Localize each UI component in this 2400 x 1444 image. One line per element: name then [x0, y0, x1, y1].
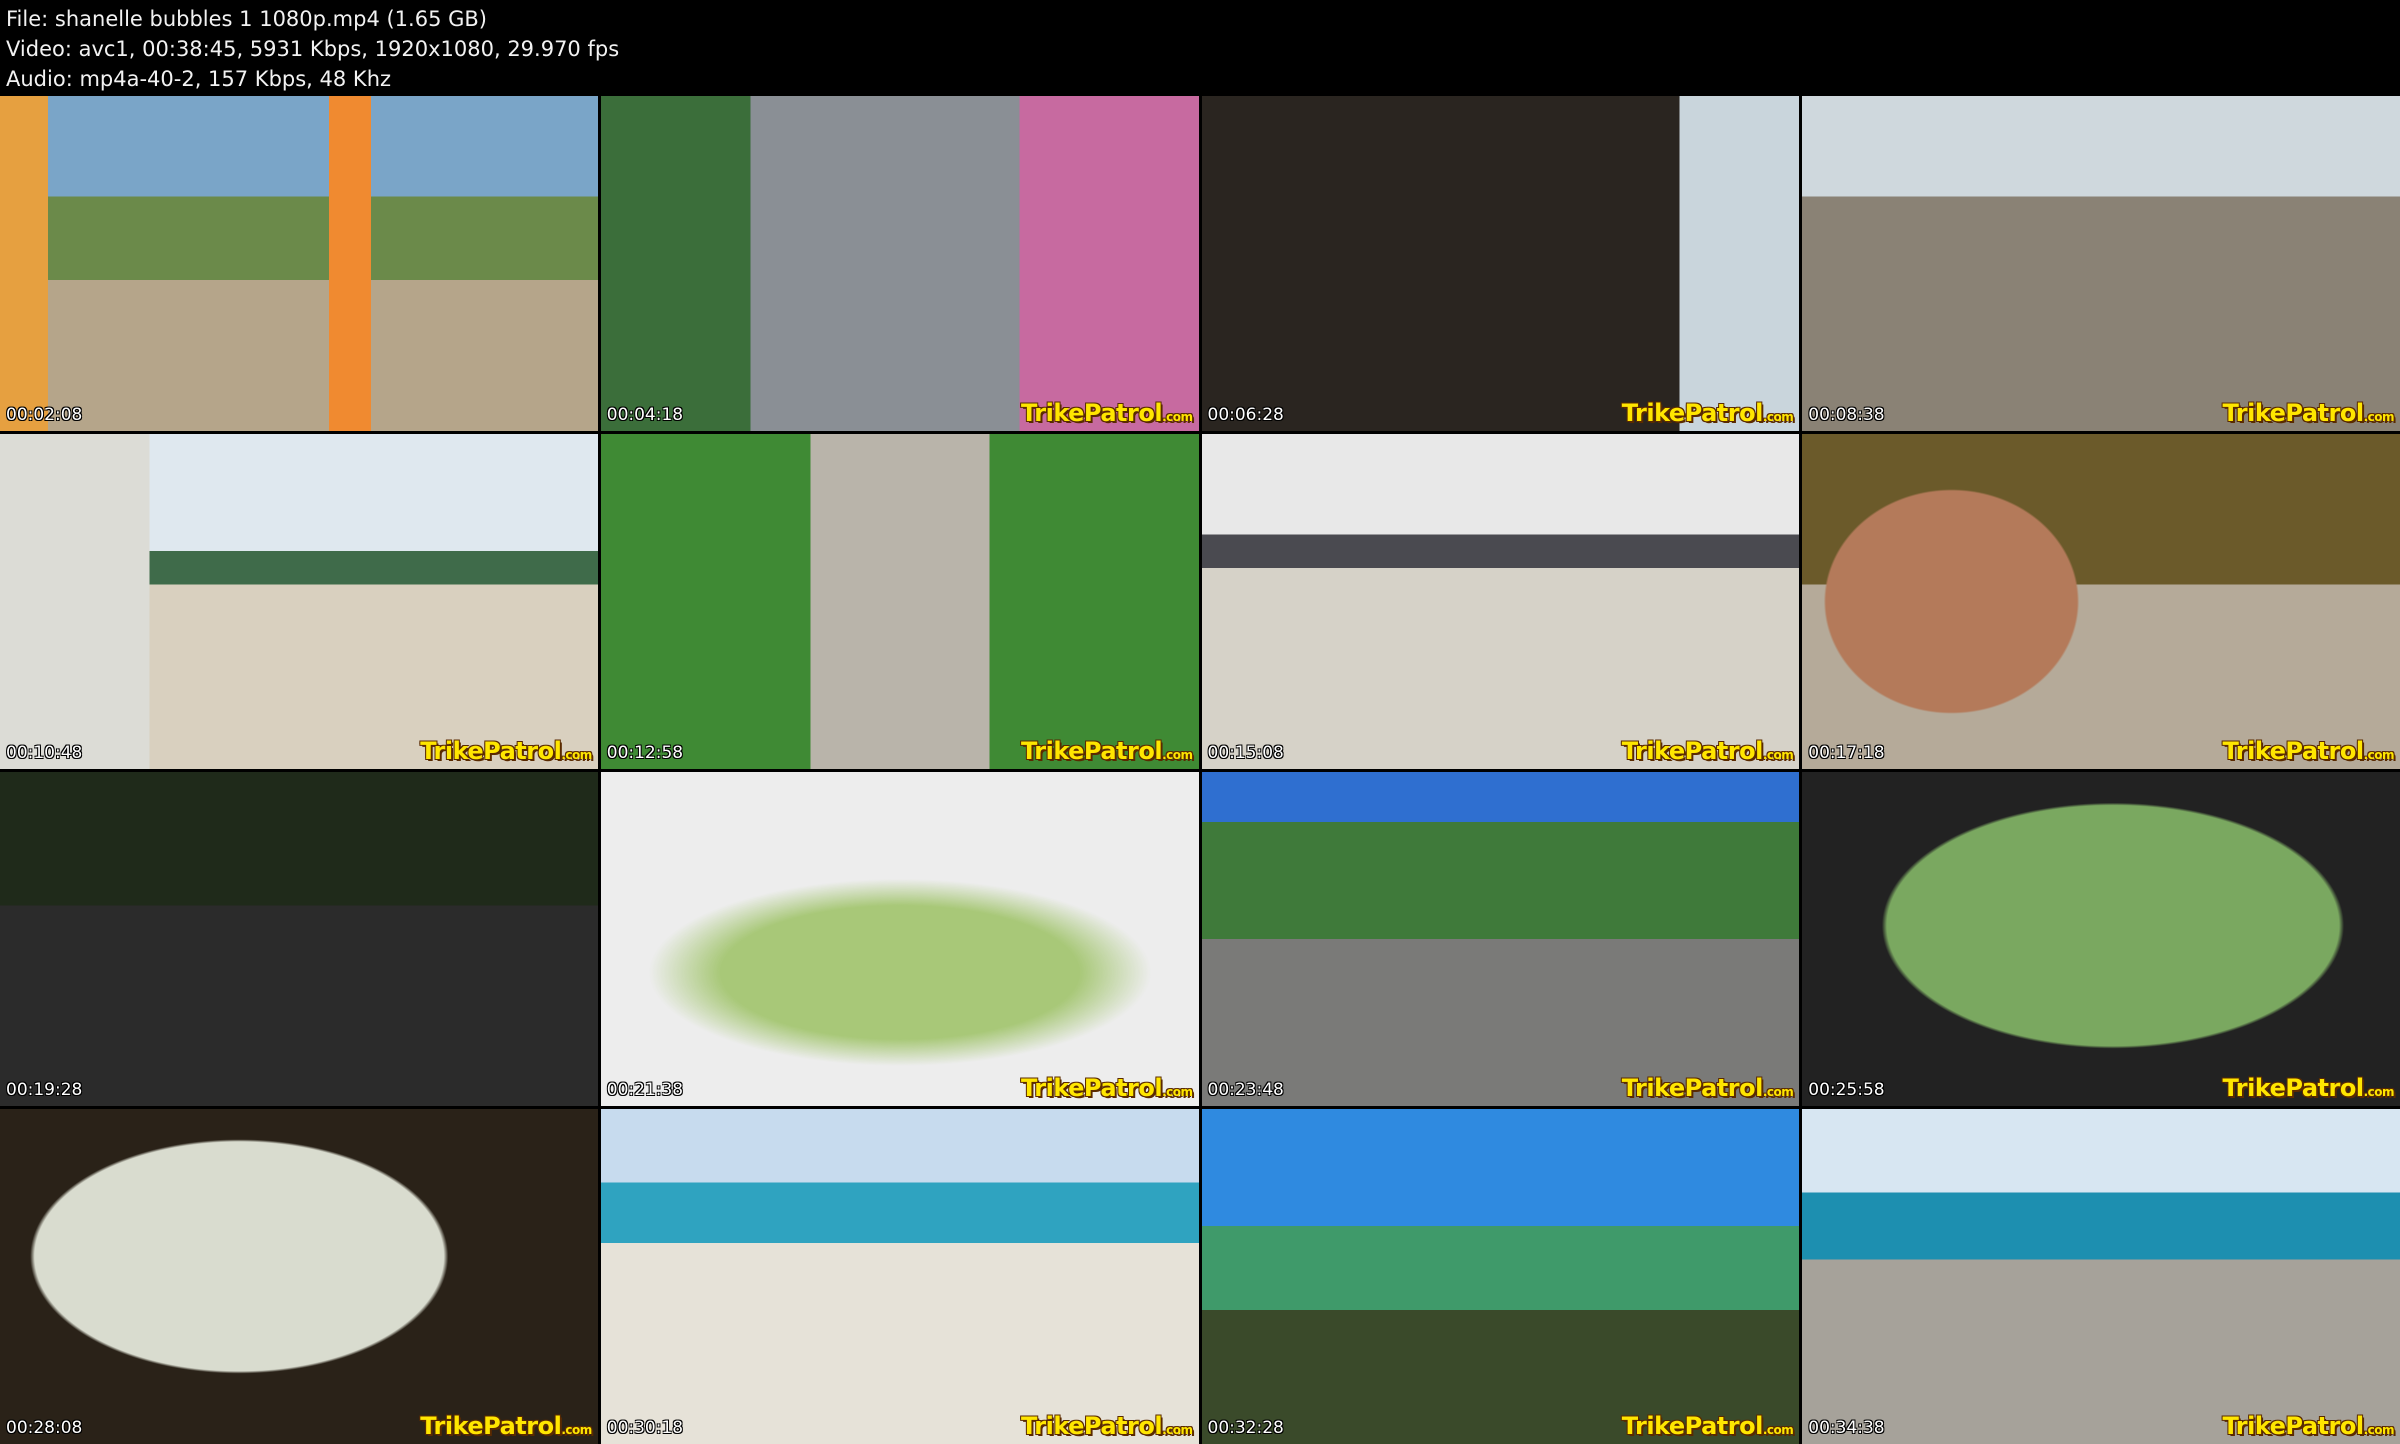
audio-line: Audio: mp4a-40-2, 157 Kbps, 48 Khz — [6, 67, 392, 91]
thumbnail-frame[interactable]: 00:15:08 TrikePatrol.com — [1201, 433, 1800, 769]
timestamp-label: 00:04:18 — [606, 404, 684, 425]
trikepatrol-watermark: TrikePatrol.com — [1021, 1412, 1193, 1440]
thumbnail-frame[interactable]: 00:30:18 TrikePatrol.com — [600, 1109, 1199, 1444]
timestamp-label: 00:34:38 — [1808, 1418, 1885, 1438]
frame-image — [1201, 1109, 1800, 1444]
frame-image — [1802, 1109, 2400, 1444]
frame-image — [1201, 96, 1800, 431]
thumbnail-frame[interactable]: 00:04:18 TrikePatrol.com — [600, 96, 1199, 431]
frame-image — [0, 771, 598, 1107]
trikepatrol-watermark: TrikePatrol.com — [1621, 1412, 1794, 1440]
thumbnail-grid: 00:02:08 00:04:18 TrikePatrol.com 00:06:… — [0, 96, 2400, 1444]
frame-image — [1802, 433, 2400, 769]
timestamp-label: 00:28:08 — [6, 1418, 83, 1438]
timestamp-label: 00:10:48 — [6, 742, 83, 763]
frame-image — [0, 1109, 598, 1444]
timestamp-label: 00:21:38 — [606, 1080, 684, 1101]
timestamp-label: 00:15:08 — [1207, 742, 1284, 763]
thumbnail-frame[interactable]: 00:02:08 — [0, 96, 598, 431]
thumbnail-frame[interactable]: 00:08:38 TrikePatrol.com — [1802, 96, 2400, 431]
frame-image — [1201, 433, 1800, 769]
timestamp-label: 00:30:18 — [606, 1418, 684, 1438]
timestamp-label: 00:19:28 — [6, 1080, 83, 1101]
trikepatrol-watermark: TrikePatrol.com — [1021, 1074, 1193, 1103]
trikepatrol-watermark: TrikePatrol.com — [1621, 1074, 1794, 1103]
thumbnail-frame[interactable]: 00:32:28 TrikePatrol.com — [1201, 1109, 1800, 1444]
trikepatrol-watermark: TrikePatrol.com — [420, 736, 592, 765]
frame-image — [1802, 96, 2400, 431]
timestamp-label: 00:08:38 — [1808, 404, 1885, 425]
trikepatrol-watermark: TrikePatrol.com — [1021, 398, 1193, 427]
frame-image — [0, 96, 598, 431]
trikepatrol-watermark: TrikePatrol.com — [2222, 1412, 2395, 1440]
thumbnail-frame[interactable]: 00:10:48 TrikePatrol.com — [0, 433, 598, 769]
thumbnail-frame[interactable]: 00:19:28 — [0, 771, 598, 1107]
thumbnail-frame[interactable]: 00:12:58 TrikePatrol.com — [600, 433, 1199, 769]
timestamp-label: 00:17:18 — [1808, 742, 1885, 763]
thumbnail-frame[interactable]: 00:34:38 TrikePatrol.com — [1802, 1109, 2400, 1444]
timestamp-label: 00:25:58 — [1808, 1080, 1885, 1101]
timestamp-label: 00:06:28 — [1207, 404, 1284, 425]
trikepatrol-watermark: TrikePatrol.com — [2222, 1074, 2395, 1103]
thumbnail-frame[interactable]: 00:21:38 TrikePatrol.com — [600, 771, 1199, 1107]
file-info-header: File: shanelle bubbles 1 1080p.mp4 (1.65… — [0, 0, 2400, 96]
timestamp-label: 00:23:48 — [1207, 1080, 1284, 1101]
thumbnail-frame[interactable]: 00:23:48 TrikePatrol.com — [1201, 771, 1800, 1107]
video-line: Video: avc1, 00:38:45, 5931 Kbps, 1920x1… — [6, 37, 620, 61]
frame-image — [600, 1109, 1199, 1444]
frame-image — [600, 433, 1199, 769]
trikepatrol-watermark: TrikePatrol.com — [1021, 736, 1193, 765]
timestamp-label: 00:02:08 — [6, 404, 83, 425]
trikepatrol-watermark: TrikePatrol.com — [1621, 736, 1794, 765]
thumbnail-frame[interactable]: 00:25:58 TrikePatrol.com — [1802, 771, 2400, 1107]
timestamp-label: 00:12:58 — [606, 742, 684, 763]
trikepatrol-watermark: TrikePatrol.com — [1621, 398, 1794, 427]
file-line: File: shanelle bubbles 1 1080p.mp4 (1.65… — [6, 7, 487, 31]
trikepatrol-watermark: TrikePatrol.com — [2222, 398, 2395, 427]
timestamp-label: 00:32:28 — [1207, 1418, 1284, 1438]
frame-image — [600, 771, 1199, 1107]
frame-image — [0, 433, 598, 769]
thumbnail-frame[interactable]: 00:28:08 TrikePatrol.com — [0, 1109, 598, 1444]
thumbnail-frame[interactable]: 00:17:18 TrikePatrol.com — [1802, 433, 2400, 769]
frame-image — [1201, 771, 1800, 1107]
thumbnail-frame[interactable]: 00:06:28 TrikePatrol.com — [1201, 96, 1800, 431]
frame-image — [1802, 771, 2400, 1107]
trikepatrol-watermark: TrikePatrol.com — [420, 1412, 592, 1440]
frame-image — [600, 96, 1199, 431]
trikepatrol-watermark: TrikePatrol.com — [2222, 736, 2395, 765]
